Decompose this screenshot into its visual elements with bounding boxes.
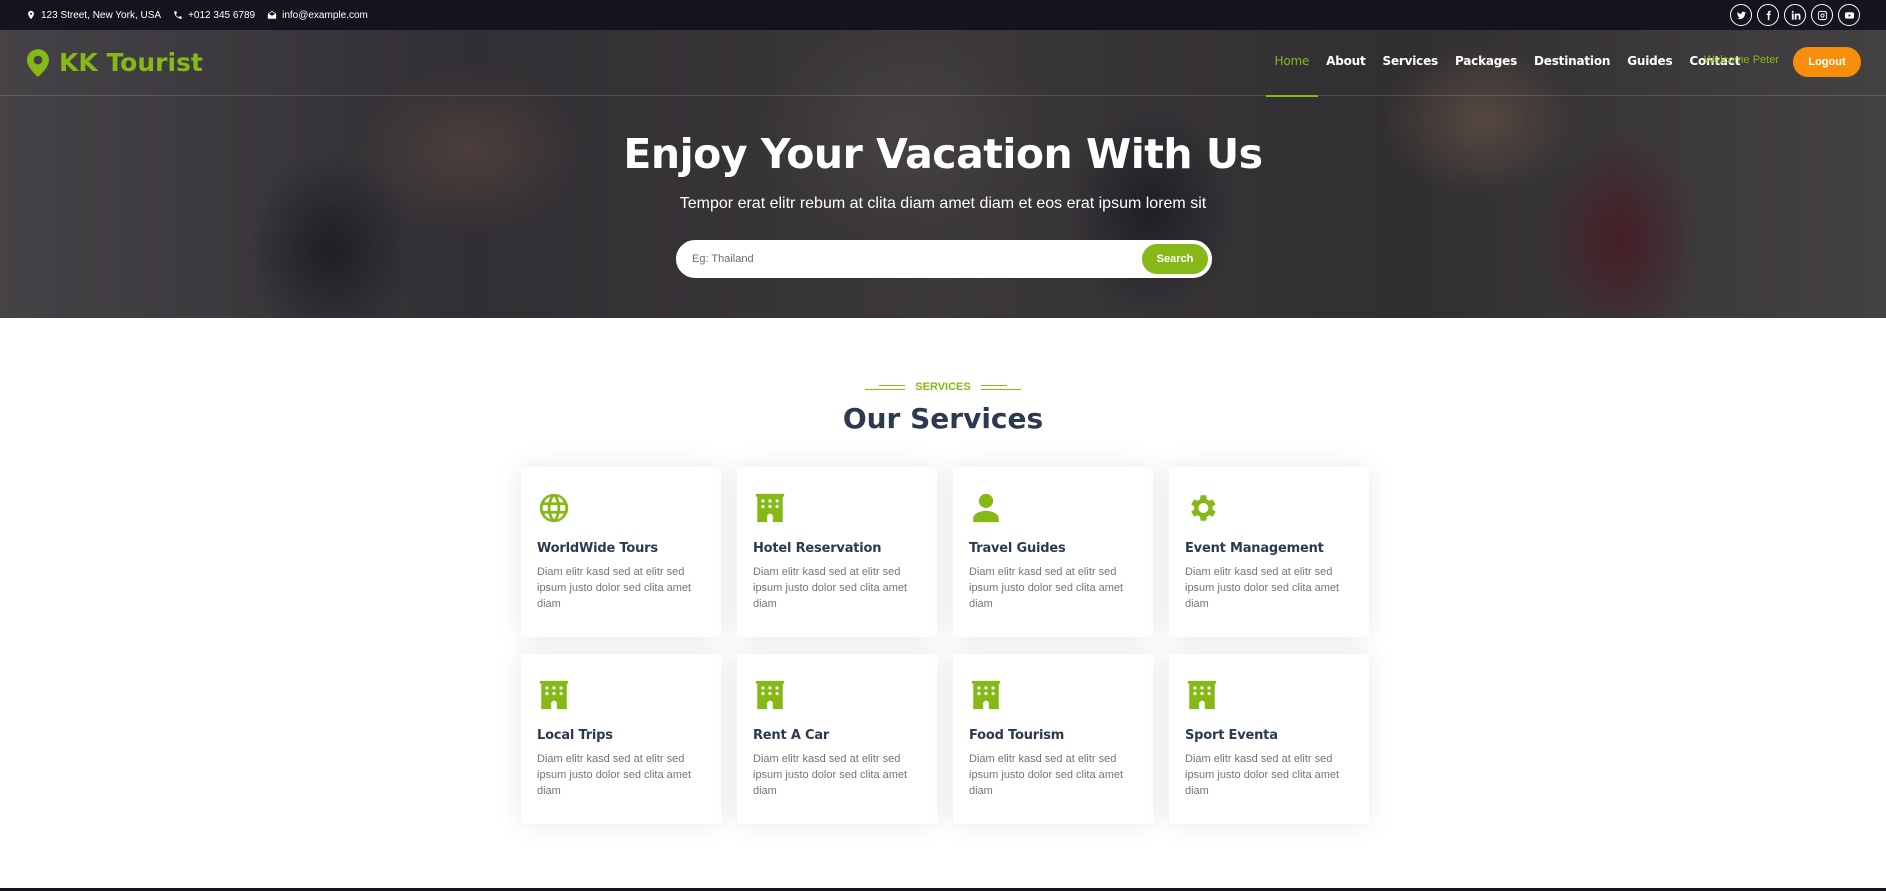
section-tag: SERVICES (0, 381, 1886, 393)
hero-subtitle: Tempor erat elitr rebum at clita diam am… (679, 195, 1207, 212)
top-bar: 123 Street, New York, USA +012 345 6789 … (0, 0, 1886, 30)
service-title: Hotel Reservation (753, 541, 882, 556)
cog-icon (1191, 495, 1216, 521)
phone-info: +012 345 6789 (173, 10, 255, 21)
logout-button[interactable]: Logout (1793, 47, 1861, 77)
tag-decoration-left (865, 384, 906, 390)
tag-decoration-right (980, 384, 1021, 390)
service-card[interactable]: Travel Guides Diam elitr kasd sed at eli… (953, 467, 1153, 637)
service-description: Diam elitr kasd sed at elitr sed ipsum j… (969, 753, 1124, 797)
section-title: Our Services (842, 402, 1044, 435)
twitter-icon (1736, 11, 1746, 19)
welcome-message: Welcome Peter (1704, 54, 1779, 66)
service-card[interactable]: Event Management Diam elitr kasd sed at … (1169, 467, 1369, 637)
service-description: Diam elitr kasd sed at elitr sed ipsum j… (537, 566, 692, 610)
service-card[interactable]: Sport Eventa Diam elitr kasd sed at elit… (1169, 654, 1369, 824)
search-input[interactable] (692, 242, 1072, 276)
twitter-link[interactable] (1730, 4, 1752, 26)
nav-menu: Home About Services Packages Destination… (1266, 30, 1749, 97)
service-title: Local Trips (537, 728, 613, 743)
service-title: Travel Guides (969, 541, 1066, 556)
service-description: Diam elitr kasd sed at elitr sed ipsum j… (753, 753, 908, 797)
youtube-link[interactable] (1838, 4, 1860, 26)
hotel-icon (539, 680, 569, 710)
search-button[interactable]: Search (1142, 244, 1208, 274)
service-title: Rent A Car (753, 728, 830, 743)
youtube-icon (1844, 11, 1854, 19)
service-card[interactable]: Food Tourism Diam elitr kasd sed at elit… (953, 654, 1153, 824)
hero-content: Enjoy Your Vacation With Us Tempor erat … (0, 130, 1886, 213)
brand-name: KK Tourist (59, 48, 203, 77)
facebook-link[interactable] (1757, 4, 1779, 26)
service-card[interactable]: Hotel Reservation Diam elitr kasd sed at… (737, 467, 937, 637)
service-title: Event Management (1185, 541, 1324, 556)
service-description: Diam elitr kasd sed at elitr sed ipsum j… (1185, 566, 1340, 610)
instagram-icon (1817, 10, 1827, 20)
hotel-icon (755, 493, 785, 523)
nav-item-guides[interactable]: Guides (1619, 30, 1681, 96)
address-info: 123 Street, New York, USA (26, 10, 161, 21)
nav-item-about[interactable]: About (1318, 30, 1374, 96)
service-description: Diam elitr kasd sed at elitr sed ipsum j… (537, 753, 692, 797)
service-description: Diam elitr kasd sed at elitr sed ipsum j… (969, 566, 1124, 610)
instagram-link[interactable] (1811, 4, 1833, 26)
service-title: WorldWide Tours (537, 541, 658, 556)
envelope-open-icon (267, 10, 277, 19)
service-title: Sport Eventa (1185, 728, 1278, 743)
phone-text: +012 345 6789 (188, 9, 256, 21)
service-description: Diam elitr kasd sed at elitr sed ipsum j… (1185, 753, 1340, 797)
email-text: info@example.com (282, 9, 368, 21)
nav-item-home[interactable]: Home (1266, 30, 1318, 97)
nav-item-packages[interactable]: Packages (1446, 30, 1525, 96)
hotel-icon (1187, 680, 1217, 710)
user-icon (973, 493, 999, 523)
linkedin-icon (1791, 10, 1800, 20)
address-text: 123 Street, New York, USA (41, 9, 162, 21)
nav-item-destination[interactable]: Destination (1526, 30, 1619, 96)
brand-logo[interactable]: KK Tourist (27, 48, 203, 77)
map-marker-icon (27, 48, 49, 77)
service-description: Diam elitr kasd sed at elitr sed ipsum j… (753, 566, 908, 610)
service-title: Food Tourism (969, 728, 1065, 743)
map-marker-icon (28, 10, 34, 20)
service-card[interactable]: Rent A Car Diam elitr kasd sed at elitr … (737, 654, 937, 824)
service-card[interactable]: WorldWide Tours Diam elitr kasd sed at e… (521, 467, 721, 637)
hero-banner: KK Tourist Home About Services Packages … (0, 30, 1886, 318)
hotel-icon (755, 680, 785, 710)
hero-title: Enjoy Your Vacation With Us (623, 130, 1263, 178)
linkedin-link[interactable] (1784, 4, 1806, 26)
nav-item-services[interactable]: Services (1374, 30, 1446, 96)
services-grid: WorldWide Tours Diam elitr kasd sed at e… (521, 467, 1369, 824)
social-links (1730, 4, 1860, 26)
section-tag-label: SERVICES (915, 381, 971, 393)
service-card[interactable]: Local Trips Diam elitr kasd sed at elitr… (521, 654, 721, 824)
phone-icon (174, 11, 182, 19)
facebook-icon (1766, 10, 1771, 20)
hotel-icon (971, 680, 1001, 710)
search-box: Search (676, 240, 1212, 278)
main-navbar: KK Tourist Home About Services Packages … (0, 30, 1886, 97)
contact-info: 123 Street, New York, USA +012 345 6789 … (26, 10, 368, 21)
email-info: info@example.com (267, 10, 368, 21)
globe-icon (539, 493, 569, 523)
